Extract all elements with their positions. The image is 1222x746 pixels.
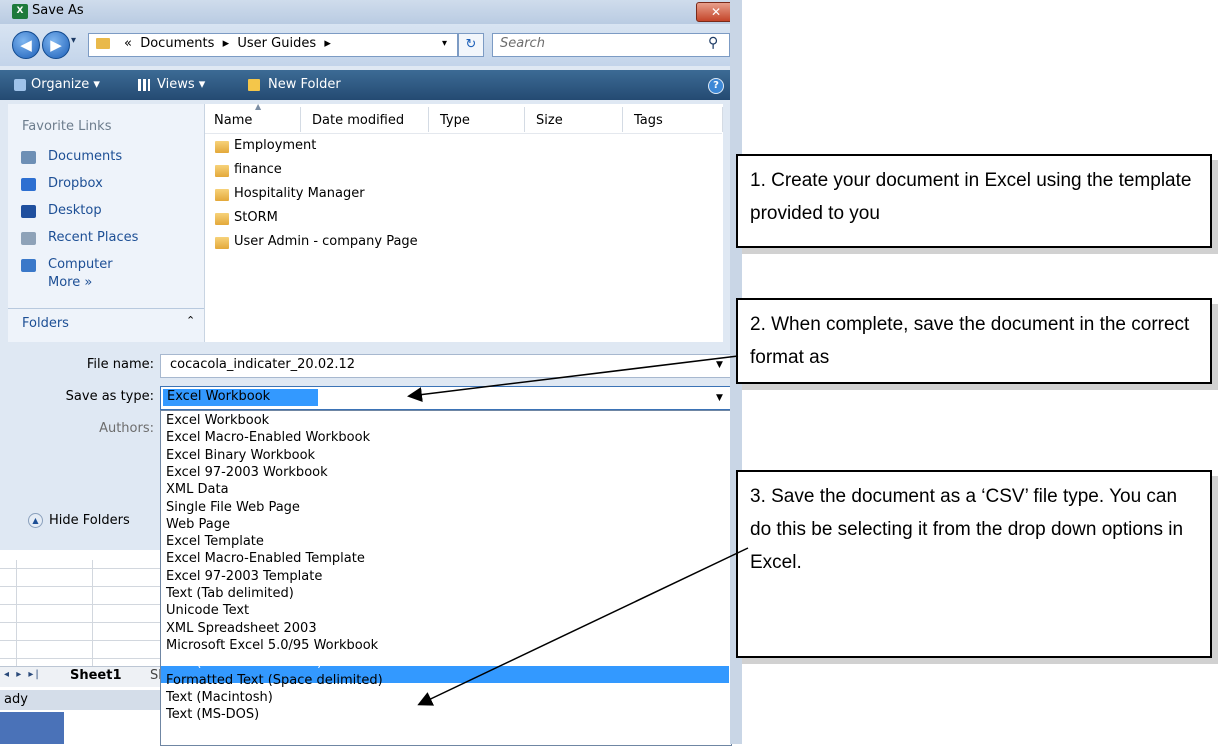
arrow-to-csv-option (417, 547, 749, 706)
callout-arrows (407, 355, 749, 706)
arrow-to-save-type (407, 355, 739, 402)
